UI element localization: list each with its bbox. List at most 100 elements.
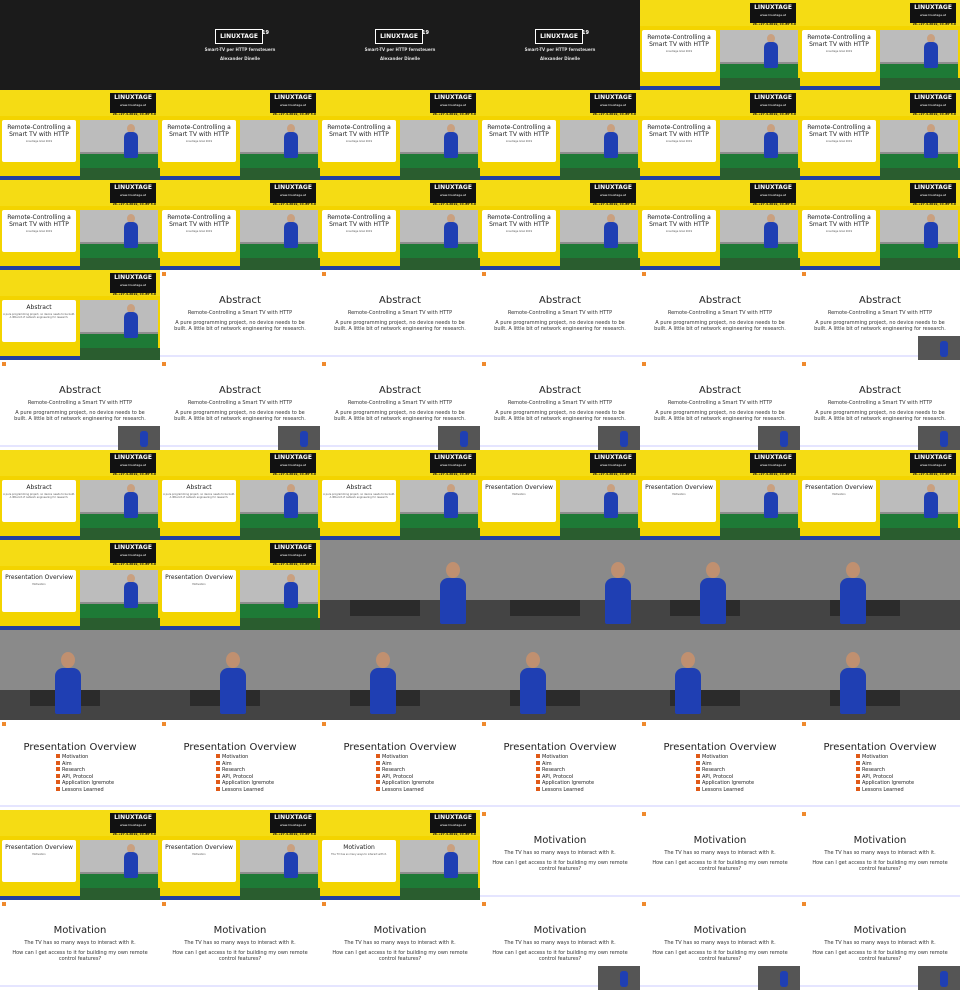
linuxtage-logo: LINUXTAGE www.linuxtage.at xyxy=(910,3,956,23)
title-card-thumbnail[interactable]: LINUXTAGE www.linuxtage.at 26.+27.4.2019,… xyxy=(480,90,640,180)
title-card-thumbnail[interactable]: LINUXTAGE www.linuxtage.at 26.+27.4.2019,… xyxy=(640,450,800,540)
linuxtage-logo: LINUXTAGE www.linuxtage.at xyxy=(430,453,476,473)
room-video-thumbnail[interactable] xyxy=(640,630,800,720)
slide-card-sub: Linuxtage Graz 2019 xyxy=(345,140,373,143)
slide-body: A pure programming project, no device ne… xyxy=(174,410,306,422)
slide-thumbnail[interactable]: Motivation The TV has so many ways to int… xyxy=(0,900,160,990)
overview-item-label: API, Protocol xyxy=(862,773,894,780)
overview-item: Research xyxy=(56,767,114,774)
title-card-thumbnail[interactable]: LINUXTAGE www.linuxtage.at 26.+27.4.2019,… xyxy=(640,90,800,180)
title-card-thumbnail[interactable]: LINUXTAGE www.linuxtage.at 26.+27.4.2019,… xyxy=(480,450,640,540)
intro-thumbnail[interactable]: LINUXTAGE 19 Smart-TV per HTTP fernsteuer… xyxy=(480,0,640,90)
overview-item: Research xyxy=(536,767,594,774)
event-dates: 26.+27.4.2019, CC-BY 3.0 xyxy=(272,202,316,206)
room-video-thumbnail[interactable] xyxy=(800,540,960,630)
slide-thumbnail[interactable]: Abstract Remote-Controlling a Smart TV wi… xyxy=(0,360,160,450)
overview-list: Motivation Aim Research API, Protocol Applic… xyxy=(536,754,594,794)
title-card-thumbnail[interactable]: LINUXTAGE www.linuxtage.at 26.+27.4.2019,… xyxy=(800,450,960,540)
title-card-thumbnail[interactable]: LINUXTAGE www.linuxtage.at 26.+27.4.2019,… xyxy=(0,450,160,540)
room-video-thumbnail[interactable] xyxy=(0,630,160,720)
slide-card: Presentation Overview Motivation xyxy=(2,840,76,882)
room-video-thumbnail[interactable] xyxy=(480,630,640,720)
event-dates: 26.+27.4.2019, CC-BY 3.0 xyxy=(272,112,316,116)
slide-corner-icon xyxy=(2,902,6,906)
room-video-thumbnail[interactable] xyxy=(800,630,960,720)
slide-card-sub: Motivation xyxy=(32,583,46,586)
intro-title: Smart-TV per HTTP fernsteuern xyxy=(204,47,276,52)
slide-thumbnail[interactable]: Presentation Overview Motivation Aim Resear… xyxy=(480,720,640,810)
speaker-head xyxy=(376,652,390,668)
item-number-icon xyxy=(56,780,60,785)
title-card-thumbnail[interactable]: LINUXTAGE www.linuxtage.at 26.+27.4.2019,… xyxy=(800,0,960,90)
slide-card: Presentation Overview Motivation xyxy=(162,840,236,882)
room-video-thumbnail[interactable] xyxy=(160,630,320,720)
slide-thumbnail[interactable]: Abstract Remote-Controlling a Smart TV wi… xyxy=(800,360,960,450)
title-card-thumbnail[interactable]: LINUXTAGE www.linuxtage.at 26.+27.4.2019,… xyxy=(160,180,320,270)
slide-thumbnail[interactable]: Motivation The TV has so many ways to int… xyxy=(160,900,320,990)
slide-card: Remote-Controlling a Smart TV with HTTP L… xyxy=(322,120,396,162)
slide-card-title: Remote-Controlling a Smart TV with HTTP xyxy=(647,214,711,228)
title-card-thumbnail[interactable]: LINUXTAGE www.linuxtage.at 26.+27.4.2019,… xyxy=(160,540,320,630)
slide-thumbnail[interactable]: Presentation Overview Motivation Aim Resear… xyxy=(640,720,800,810)
slide-thumbnail[interactable]: Abstract Remote-Controlling a Smart TV wi… xyxy=(320,270,480,360)
slide-thumbnail[interactable]: Abstract Remote-Controlling a Smart TV wi… xyxy=(800,270,960,360)
slide-card-title: Remote-Controlling a Smart TV with HTTP xyxy=(647,34,711,48)
overview-item-label: Aim xyxy=(702,760,712,767)
speaker-video xyxy=(400,120,478,172)
slide-thumbnail[interactable]: Motivation The TV has so many ways to int… xyxy=(640,900,800,990)
title-card-thumbnail[interactable]: LINUXTAGE www.linuxtage.at 26.+27.4.2019,… xyxy=(800,90,960,180)
title-card-thumbnail[interactable]: LINUXTAGE www.linuxtage.at 26.+27.4.2019,… xyxy=(0,180,160,270)
slide-card-title: Remote-Controlling a Smart TV with HTTP xyxy=(487,124,551,138)
slide-thumbnail[interactable]: Motivation The TV has so many ways to int… xyxy=(480,810,640,900)
slide-thumbnail[interactable]: Abstract Remote-Controlling a Smart TV wi… xyxy=(640,360,800,450)
title-card-thumbnail[interactable]: LINUXTAGE www.linuxtage.at 26.+27.4.2019,… xyxy=(480,180,640,270)
title-card-thumbnail[interactable]: LINUXTAGE www.linuxtage.at 26.+27.4.2019,… xyxy=(160,90,320,180)
demo-table xyxy=(350,600,420,616)
slide-thumbnail[interactable]: Abstract Remote-Controlling a Smart TV wi… xyxy=(160,270,320,360)
slide-thumbnail[interactable]: Abstract Remote-Controlling a Smart TV wi… xyxy=(480,360,640,450)
title-card-thumbnail[interactable]: LINUXTAGE www.linuxtage.at 26.+27.4.2019,… xyxy=(640,180,800,270)
blank-thumbnail[interactable] xyxy=(0,0,160,90)
slide-thumbnail[interactable]: Presentation Overview Motivation Aim Resear… xyxy=(320,720,480,810)
title-card-thumbnail[interactable]: LINUXTAGE www.linuxtage.at 26.+27.4.2019,… xyxy=(160,450,320,540)
room-video-thumbnail[interactable] xyxy=(480,540,640,630)
event-dates: 26.+27.4.2019, CC-BY 3.0 xyxy=(912,202,956,206)
room-video-thumbnail[interactable] xyxy=(320,540,480,630)
overview-item-label: API, Protocol xyxy=(702,773,734,780)
title-card-thumbnail[interactable]: LINUXTAGE www.linuxtage.at 26.+27.4.2019,… xyxy=(320,450,480,540)
title-card-thumbnail[interactable]: LINUXTAGE www.linuxtage.at 26.+27.4.2019,… xyxy=(160,810,320,900)
title-card-thumbnail[interactable]: LINUXTAGE www.linuxtage.at 26.+27.4.2019,… xyxy=(800,180,960,270)
title-card-thumbnail[interactable]: LINUXTAGE www.linuxtage.at 26.+27.4.2019,… xyxy=(320,810,480,900)
slide-thumbnail[interactable]: Presentation Overview Motivation Aim Resear… xyxy=(800,720,960,810)
slide-thumbnail[interactable]: Motivation The TV has so many ways to int… xyxy=(480,900,640,990)
intro-thumbnail[interactable]: LINUXTAGE 19 Smart-TV per HTTP fernsteuer… xyxy=(160,0,320,90)
speaker-head xyxy=(846,652,860,668)
slide-thumbnail[interactable]: Abstract Remote-Controlling a Smart TV wi… xyxy=(320,360,480,450)
title-card-thumbnail[interactable]: LINUXTAGE www.linuxtage.at 26.+27.4.2019,… xyxy=(0,270,160,360)
slide-thumbnail[interactable]: Presentation Overview Motivation Aim Resear… xyxy=(160,720,320,810)
slide-thumbnail[interactable]: Motivation The TV has so many ways to int… xyxy=(640,810,800,900)
slide-thumbnail[interactable]: Abstract Remote-Controlling a Smart TV wi… xyxy=(640,270,800,360)
room-video-thumbnail[interactable] xyxy=(640,540,800,630)
slide-thumbnail[interactable]: Abstract Remote-Controlling a Smart TV wi… xyxy=(480,270,640,360)
item-number-icon xyxy=(216,760,220,765)
title-card-thumbnail[interactable]: LINUXTAGE www.linuxtage.at 26.+27.4.2019,… xyxy=(640,0,800,90)
slide-thumbnail[interactable]: Abstract Remote-Controlling a Smart TV wi… xyxy=(160,360,320,450)
speaker-figure xyxy=(300,431,308,447)
slide-thumbnail[interactable]: Presentation Overview Motivation Aim Resear… xyxy=(0,720,160,810)
title-card-thumbnail[interactable]: LINUXTAGE www.linuxtage.at 26.+27.4.2019,… xyxy=(0,810,160,900)
slide-card-title: Remote-Controlling a Smart TV with HTTP xyxy=(807,34,871,48)
slide-thumbnail[interactable]: Motivation The TV has so many ways to int… xyxy=(800,900,960,990)
slide-thumbnail[interactable]: Motivation The TV has so many ways to int… xyxy=(800,810,960,900)
room-video-thumbnail[interactable] xyxy=(320,630,480,720)
item-number-icon xyxy=(56,767,60,772)
overview-item-label: Research xyxy=(862,767,885,774)
title-card-thumbnail[interactable]: LINUXTAGE www.linuxtage.at 26.+27.4.2019,… xyxy=(320,180,480,270)
title-card-thumbnail[interactable]: LINUXTAGE www.linuxtage.at 26.+27.4.2019,… xyxy=(320,90,480,180)
slide-thumbnail[interactable]: Motivation The TV has so many ways to int… xyxy=(320,900,480,990)
title-card-thumbnail[interactable]: LINUXTAGE www.linuxtage.at 26.+27.4.2019,… xyxy=(0,540,160,630)
speaker-head xyxy=(226,652,240,668)
title-card-thumbnail[interactable]: LINUXTAGE www.linuxtage.at 26.+27.4.2019,… xyxy=(0,90,160,180)
intro-thumbnail[interactable]: LINUXTAGE 19 Smart-TV per HTTP fernsteuer… xyxy=(320,0,480,90)
linuxtage-logo: LINUXTAGE www.linuxtage.at xyxy=(270,543,316,563)
